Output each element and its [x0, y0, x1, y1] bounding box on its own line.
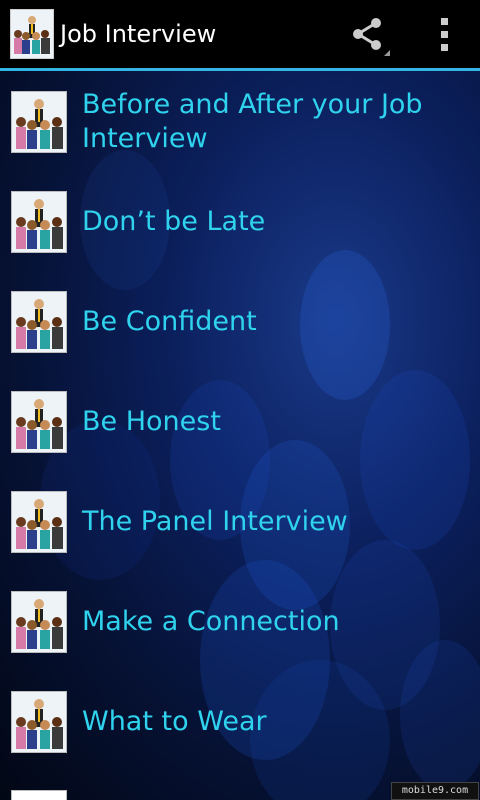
list-item-thumbnail	[11, 391, 67, 453]
list-item[interactable]: Make a Connection	[0, 572, 480, 672]
share-button[interactable]	[344, 10, 394, 60]
list-item-label: What to Wear	[82, 706, 267, 737]
list-item-label: Be Confident	[82, 306, 257, 337]
list-item[interactable]: Be Honest	[0, 372, 480, 472]
list-item[interactable]: Before and After your Job Interview	[0, 72, 480, 172]
job-interview-people-icon	[12, 392, 66, 452]
list-item-thumbnail	[11, 491, 67, 553]
list-item-thumbnail	[11, 691, 67, 753]
job-interview-people-icon	[12, 592, 66, 652]
list-item-label: Make a Connection	[82, 606, 340, 637]
list-item-thumbnail	[11, 91, 67, 153]
job-interview-people-icon	[12, 292, 66, 352]
job-interview-people-icon	[12, 92, 66, 152]
topic-list: Before and After your Job Interview Don’…	[0, 72, 480, 772]
list-item-thumbnail	[11, 591, 67, 653]
list-item-label: Before and After your Job Interview	[82, 89, 423, 154]
screen: Job Interview Before and After your Job …	[0, 0, 480, 800]
list-item-label: Don’t be Late	[82, 206, 266, 237]
list-item-thumbnail	[11, 191, 67, 253]
list-item-thumbnail	[11, 291, 67, 353]
action-bar: Job Interview	[0, 0, 480, 71]
app-icon[interactable]	[10, 9, 54, 59]
job-interview-people-icon	[12, 492, 66, 552]
list-item[interactable]: What to Wear	[0, 672, 480, 772]
list-item-label: The Panel Interview	[82, 506, 348, 537]
list-item[interactable]: Be Confident	[0, 272, 480, 372]
app-title: Job Interview	[60, 20, 217, 48]
watermark: mobile9.com	[391, 782, 479, 800]
job-interview-people-icon	[12, 692, 66, 752]
job-interview-people-icon	[12, 192, 66, 252]
share-icon	[353, 18, 390, 56]
list-item[interactable]: The Panel Interview	[0, 472, 480, 572]
action-bar-divider	[0, 68, 480, 71]
overflow-menu-icon	[441, 18, 448, 51]
job-interview-people-icon	[11, 10, 53, 58]
partial-list-item-thumbnail	[11, 790, 67, 800]
list-item-label: Be Honest	[82, 406, 221, 437]
overflow-menu-button[interactable]	[420, 10, 470, 60]
list-item[interactable]: Don’t be Late	[0, 172, 480, 272]
